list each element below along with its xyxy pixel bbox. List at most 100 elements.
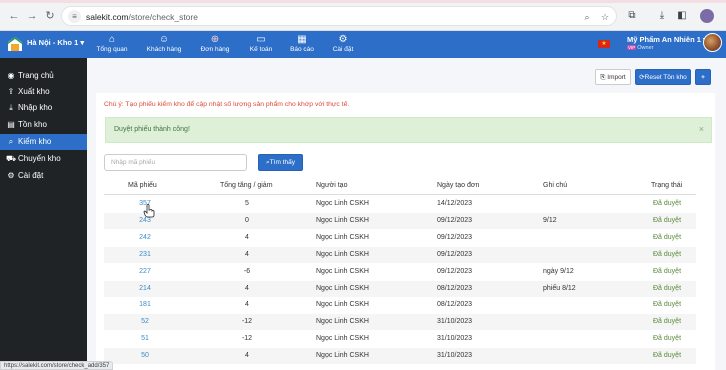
reload-icon[interactable]: ↻	[43, 9, 57, 23]
mp-code[interactable]: 181	[128, 301, 162, 308]
sidebar-item-ton-kho[interactable]: ▤ Tồn kho	[0, 117, 87, 133]
nav-label: Tổng quan	[96, 46, 128, 53]
user-role: VIP Owner	[627, 45, 653, 51]
search-icon[interactable]: ⌕	[581, 11, 593, 23]
sidebar-item-label: Trang chủ	[18, 71, 54, 80]
address-bar[interactable]: ≡ salekit.com/store/check_store ⌕ ☆	[61, 6, 617, 26]
browser-chrome: ← → ↻ ≡ salekit.com/store/check_store ⌕ …	[0, 0, 726, 31]
nav-khach-hang[interactable]: ☺ Khách hàng	[145, 33, 183, 53]
user-menu[interactable]: Mỹ Phẩm An Nhiên 1 ▾	[627, 35, 707, 44]
sidebar-item-trang-chu[interactable]: ◉ Trang chủ	[0, 68, 87, 84]
table-row[interactable]: 52 -12 Ngọc Linh CSKH 31/10/2023 Đã duyệt	[104, 314, 696, 331]
mp-code[interactable]: 50	[128, 352, 162, 359]
import-button[interactable]: ⎘ Import	[595, 69, 631, 85]
mp-code[interactable]: 214	[128, 285, 162, 292]
table-row[interactable]: 242 4 Ngọc Linh CSKH 09/12/2023 Đã duyệt	[104, 230, 696, 246]
role-text: Owner	[637, 45, 654, 51]
nav-ke-toan[interactable]: ▭ Kế toán	[247, 33, 275, 53]
mp-code[interactable]: 52	[128, 318, 162, 325]
mp-code[interactable]: 242	[128, 234, 162, 241]
table-row[interactable]: 50 4 Ngọc Linh CSKH 31/10/2023 Đã duyệt	[104, 348, 696, 365]
mp-code[interactable]: 51	[128, 335, 162, 342]
card-icon: ▭	[256, 34, 266, 45]
creator-name: Ngọc Linh CSKH	[316, 284, 369, 292]
bookmark-star-icon[interactable]: ☆	[599, 11, 611, 23]
back-icon[interactable]: ←	[7, 9, 21, 23]
url-path: /store/check_store	[128, 12, 198, 22]
sidebar-item-label: Tồn kho	[18, 120, 47, 129]
table-row[interactable]: 243 0 Ngọc Linh CSKH 09/12/2023 9/12 Đã duyệt	[104, 212, 696, 229]
alert-message: Duyệt phiếu thành công!	[114, 126, 190, 133]
app-header: Hà Nội - Kho 1 ▾ ⌂ Tổng quan ☺ Khách hàn…	[0, 31, 726, 58]
creator-name: Ngọc Linh CSKH	[316, 233, 369, 241]
sidebar-item-label: Nhập kho	[18, 103, 53, 112]
hand-cursor-icon	[143, 204, 155, 218]
table-row[interactable]: 214 4 Ngọc Linh CSKH 08/12/2023 phiếu 8/12 Đã…	[104, 280, 696, 297]
browser-status-bar: https://salekit.com/store/check_add/357	[0, 361, 114, 370]
created-date: 31/10/2023	[437, 352, 473, 360]
address-url[interactable]: salekit.com/store/check_store	[86, 12, 198, 22]
sidepanel-icon[interactable]: ◧	[675, 9, 689, 23]
creator-name: Ngọc Linh CSKH	[316, 318, 369, 326]
avatar[interactable]	[703, 33, 722, 52]
table-row[interactable]: 51 -12 Ngọc Linh CSKH 31/10/2023 Đã duyệt	[104, 331, 696, 347]
table-row[interactable]: 231 4 Ngọc Linh CSKH 09/12/2023 Đã duyệt	[104, 246, 696, 263]
mp-code[interactable]: 231	[128, 251, 162, 258]
truck-icon: ⛟	[6, 154, 17, 163]
search-button[interactable]: ⌕Tìm thấy	[258, 154, 303, 171]
store-selector[interactable]: Hà Nội - Kho 1 ▾	[27, 38, 84, 47]
column-header-status: Trạng thái	[651, 182, 683, 189]
forward-icon[interactable]: →	[25, 9, 39, 23]
reset-stock-button[interactable]: ⟳Reset Tồn kho	[635, 69, 691, 85]
table-row[interactable]: 181 4 Ngọc Linh CSKH 08/12/2023 Đã duyệt	[104, 297, 696, 313]
table-row[interactable]: 227 -6 Ngọc Linh CSKH 09/12/2023 ngày 9/12 Đã…	[104, 264, 696, 280]
close-icon[interactable]: ×	[699, 124, 704, 134]
table-header-divider	[104, 194, 696, 195]
column-header-creator: Người tạo	[316, 182, 348, 189]
site-info-icon[interactable]: ≡	[68, 10, 81, 23]
creator-name: Ngọc Linh CSKH	[316, 301, 369, 309]
sidebar-item-label: Cài đặt	[18, 171, 44, 180]
column-header-date: Ngày tạo đơn	[437, 182, 480, 189]
file-icon: ⎘	[600, 74, 606, 81]
creator-name: Ngọc Linh CSKH	[316, 352, 369, 360]
sidebar-item-nhap-kho[interactable]: ⤓ Nhập kho	[0, 100, 87, 116]
profile-avatar[interactable]	[700, 9, 714, 23]
created-date: 14/12/2023	[437, 200, 473, 207]
search-button-label: Tìm thấy	[269, 159, 295, 166]
search-icon: ⌕	[8, 137, 14, 146]
status-text: Đã duyệt	[653, 335, 682, 343]
brand-logo-icon[interactable]	[6, 35, 24, 53]
warning-note: Chú ý: Tạo phiếu kiểm kho để cập nhật số…	[104, 101, 350, 108]
sidebar-item-kiem-kho[interactable]: ⌕ Kiểm kho	[0, 134, 87, 150]
nav-tong-quan[interactable]: ⌂ Tổng quan	[95, 33, 129, 53]
total-change: -12	[241, 318, 253, 326]
created-date: 08/12/2023	[437, 284, 473, 292]
sidebar-item-chuyen-kho[interactable]: ⛟ Chuyển kho	[0, 151, 87, 167]
total-change: -12	[241, 335, 253, 343]
role-badge: VIP	[627, 45, 637, 50]
nav-label: Cài đặt	[332, 46, 354, 53]
search-input[interactable]	[104, 154, 247, 171]
status-text: Đã duyệt	[653, 301, 682, 309]
mp-code[interactable]: 227	[128, 268, 162, 275]
created-date: 09/12/2023	[437, 267, 473, 275]
add-button[interactable]: +	[695, 69, 711, 85]
sidebar-item-cai-dat[interactable]: ⚙ Cài đặt	[0, 168, 87, 184]
import-label: Import	[607, 74, 626, 81]
vietnam-flag-icon[interactable]: ★	[598, 40, 610, 48]
download-icon[interactable]: ⤓	[655, 9, 669, 23]
extensions-icon[interactable]: ⧉	[625, 9, 639, 23]
url-host: salekit.com	[86, 12, 129, 22]
nav-cai-dat[interactable]: ⚙ Cài đặt	[331, 33, 355, 53]
sidebar-item-xuat-kho[interactable]: ⇪ Xuất kho	[0, 84, 87, 100]
success-alert: Duyệt phiếu thành công! ×	[105, 117, 712, 143]
import-icon: ⤓	[9, 103, 13, 112]
table-row[interactable]: 357 5 Ngọc Linh CSKH 14/12/2023 Đã duyệt	[104, 196, 696, 212]
nav-label: Báo cáo	[290, 46, 314, 53]
status-text: Đã duyệt	[653, 267, 682, 275]
nav-don-hang[interactable]: ⊕ Đơn hàng	[199, 33, 231, 53]
creator-name: Ngọc Linh CSKH	[316, 200, 369, 207]
chart-icon: ▦	[297, 34, 307, 45]
nav-bao-cao[interactable]: ▦ Báo cáo	[289, 33, 315, 53]
